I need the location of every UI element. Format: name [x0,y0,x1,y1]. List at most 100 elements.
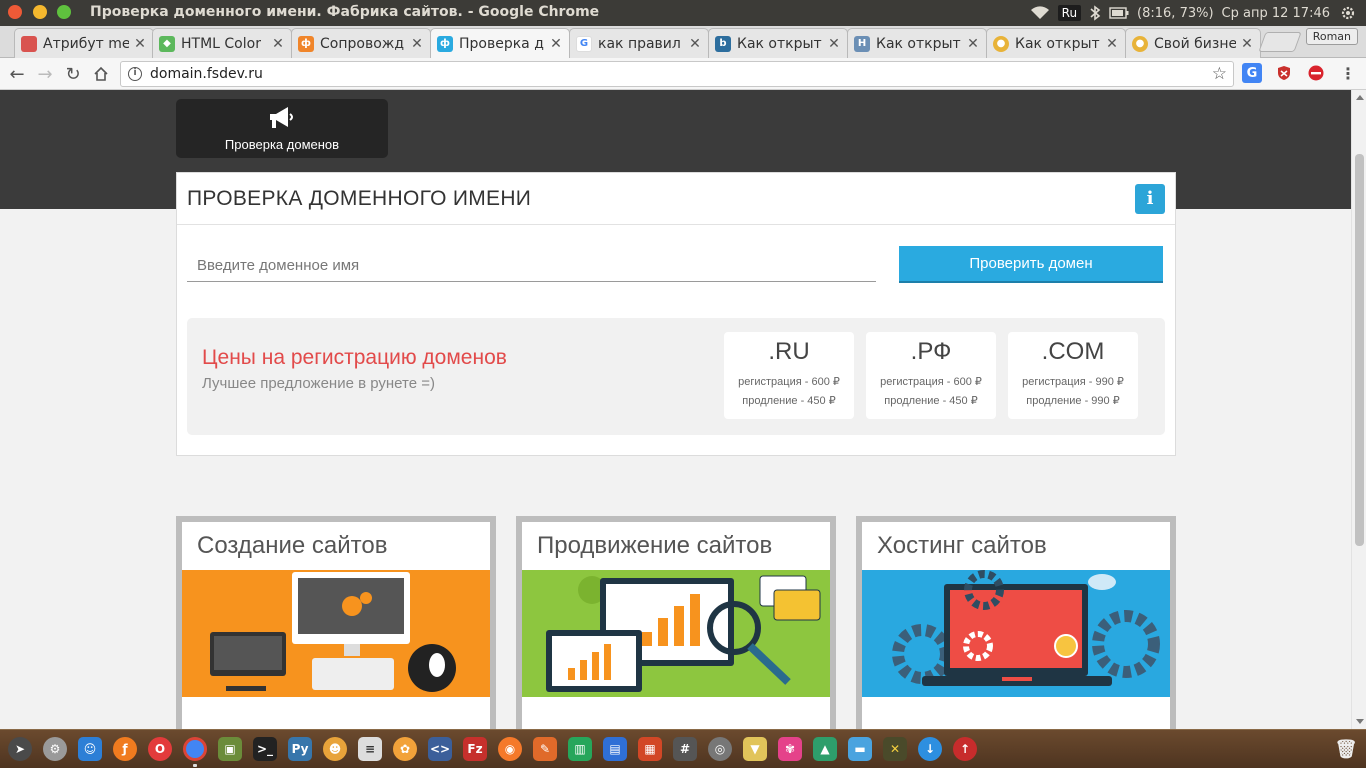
tab-title: HTML Color [181,35,261,52]
service-banner-image [522,570,830,697]
forward-arrow-icon[interactable]: → [34,63,56,85]
tab[interactable]: ● Свой бизне ✕ [1125,28,1261,58]
pricing-subtitle: Лучшее предложение в рунете =) [202,375,435,392]
tab-close-icon[interactable]: ✕ [1105,36,1119,52]
blender-icon[interactable]: ◉ [498,737,522,761]
zone-name: .РФ [910,338,952,365]
download-icon[interactable]: ↓ [918,737,942,761]
running-indicator [193,764,197,767]
filezilla-icon[interactable]: Fz [463,737,487,761]
chrome-icon[interactable] [183,737,207,761]
tab-close-icon[interactable]: ✕ [966,36,980,52]
info-button[interactable]: i [1135,184,1165,214]
utility-app-icon[interactable]: ▣ [218,737,242,761]
notes-icon[interactable]: ≡ [358,737,382,761]
domain-input[interactable] [187,250,876,282]
zone-renewal-price: продление - 990 ₽ [1026,395,1120,407]
tab[interactable]: Атрибут me ✕ [14,28,154,58]
system-settings-icon[interactable]: ⚙ [43,737,67,761]
window-maximize-button[interactable] [57,5,71,19]
tab-close-icon[interactable]: ✕ [827,36,841,52]
service-card-promotion[interactable]: Продвижение сайтов [516,516,836,729]
wifi-icon[interactable] [1030,6,1050,20]
archive-icon[interactable]: ▼ [743,737,767,761]
launcher-rocket-icon[interactable]: ➤ [8,737,32,761]
home-icon[interactable] [90,63,112,85]
address-url[interactable]: domain.fsdev.ru [150,66,263,82]
translate-extension-icon[interactable]: G [1242,63,1262,83]
opera-icon[interactable]: O [148,737,172,761]
address-bar[interactable]: i domain.fsdev.ru ☆ [120,61,1234,87]
shield-extension-icon[interactable] [1274,63,1294,83]
system-tray: Ru (8:16, 73%) Ср апр 12 17:46 [1030,0,1366,26]
tab-title: как правил [598,35,681,52]
python-icon[interactable]: Py [288,737,312,761]
tab-close-icon[interactable]: ✕ [688,36,702,52]
battery-icon[interactable] [1109,7,1129,19]
fox-app-icon[interactable]: ☻ [323,737,347,761]
battery-status: (8:16, 73%) [1137,5,1214,21]
adblock-stop-icon[interactable] [1306,63,1326,83]
reload-icon[interactable]: ↻ [62,63,84,85]
settings-gear-icon[interactable] [1340,5,1356,25]
megaphone-icon [270,107,293,128]
document-icon[interactable]: ▤ [603,737,627,761]
spreadsheet-icon[interactable]: ▥ [568,737,592,761]
tab-close-icon[interactable]: ✕ [549,36,563,52]
calculator-icon[interactable]: # [673,737,697,761]
clock[interactable]: Ср апр 12 17:46 [1222,6,1330,21]
check-domain-button[interactable]: Проверить домен [899,246,1163,283]
paint-app-icon[interactable]: ✎ [533,737,557,761]
disk-utility-icon[interactable]: ◎ [708,737,732,761]
new-tab-button[interactable] [1258,32,1302,52]
zone-registration-price: регистрация - 990 ₽ [1022,376,1124,388]
window-minimize-button[interactable] [33,5,47,19]
folder-icon[interactable]: ▬ [848,737,872,761]
tab-close-icon[interactable]: ✕ [271,36,285,52]
google-icon: G [576,35,592,52]
tab-active[interactable]: ф Проверка д ✕ [430,28,570,58]
xchat-icon[interactable]: ✕ [883,737,907,761]
image-viewer-icon[interactable]: ▲ [813,737,837,761]
gimp-icon[interactable]: ✿ [393,737,417,761]
blue-f-icon: ф [437,35,453,52]
scrollbar-thumb[interactable] [1355,154,1364,546]
bluetooth-icon[interactable] [1089,5,1101,21]
site-info-icon[interactable]: i [128,67,142,81]
presentation-icon[interactable]: ▦ [638,737,662,761]
scroll-down-icon[interactable] [1356,719,1364,724]
back-arrow-icon[interactable]: ← [6,63,28,85]
profile-button[interactable]: Roman [1305,28,1358,45]
service-card-hosting[interactable]: Хостинг сайтов [856,516,1176,729]
tab[interactable]: b Как открыт ✕ [708,28,848,58]
trash-icon[interactable]: 🗑 [1334,737,1358,761]
flower-app-icon[interactable]: ✾ [778,737,802,761]
service-card-web-development[interactable]: Создание сайтов [176,516,496,729]
tab-close-icon[interactable]: ✕ [133,36,147,52]
bookmark-star-icon[interactable]: ☆ [1212,64,1227,84]
tab[interactable]: ● Как открыт ✕ [986,28,1126,58]
tab[interactable]: ◆ HTML Color ✕ [152,28,292,58]
nav-pill-domain-check[interactable]: Проверка доменов [176,99,388,158]
tab[interactable]: ф Сопровожд ✕ [291,28,431,58]
scroll-up-icon[interactable] [1356,95,1364,100]
keyboard-layout-indicator[interactable]: Ru [1057,5,1082,21]
terminal-icon[interactable]: >_ [253,737,277,761]
tab-close-icon[interactable]: ✕ [1240,36,1254,52]
tab-close-icon[interactable]: ✕ [410,36,424,52]
tab-title: Свой бизне [1154,35,1236,52]
yellow-circle-icon: ● [1132,35,1148,52]
tab[interactable]: G как правил ✕ [569,28,709,58]
firefox-icon[interactable]: ƒ [113,737,137,761]
window-close-button[interactable] [8,5,22,19]
page-scrollbar[interactable] [1351,90,1366,729]
chrome-menu-icon[interactable]: ⋮ [1338,63,1358,83]
service-title: Продвижение сайтов [537,532,773,559]
domain-check-card: ПРОВЕРКА ДОМЕННОГО ИМЕНИ i Проверить дом… [176,172,1176,456]
tab[interactable]: H Как открыт ✕ [847,28,987,58]
code-editor-icon[interactable]: <> [428,737,452,761]
update-icon[interactable]: ↑ [953,737,977,761]
finder-icon[interactable]: ☺ [78,737,102,761]
zone-card-ru: .RU регистрация - 600 ₽ продление - 450 … [724,332,854,419]
service-title: Хостинг сайтов [877,532,1047,559]
